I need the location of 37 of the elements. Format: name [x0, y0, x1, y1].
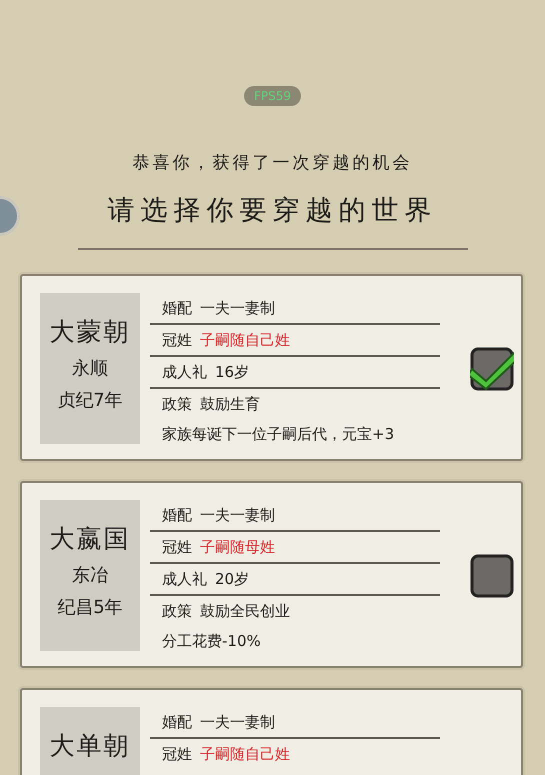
field-value: 20岁 — [215, 570, 250, 589]
world-card[interactable]: 大嬴国 东冶 纪昌5年 婚配 一夫一妻制 冠姓 子嗣随母姓 成人礼 20岁 政策 鼓励全民创业 分工花费-10% — [20, 481, 523, 668]
field-value: 一夫一妻制 — [200, 506, 275, 525]
field-value: 鼓励全民创业 — [200, 602, 290, 621]
field-label: 冠姓 — [162, 745, 192, 764]
field-value: 16岁 — [215, 363, 250, 382]
field-label: 政策 — [162, 602, 192, 621]
policy-note: 分工花费-10% — [161, 631, 262, 651]
world-card[interactable]: 大蒙朝 永顺 贞纪7年 婚配 一夫一妻制 冠姓 子嗣随自己姓 成人礼 16岁 政策 鼓励生育 家族每诞下一位子嗣后代，元宝+3 — [20, 274, 523, 461]
subtitle: 恭喜你，获得了一次穿越的机会 — [132, 152, 412, 174]
field-label: 成人礼 — [162, 570, 207, 589]
field-value: 子嗣随母姓 — [200, 538, 275, 557]
checkbox[interactable] — [470, 554, 514, 598]
field-label: 政策 — [162, 395, 192, 414]
page-title: 请选择你要穿越的世界 — [108, 194, 438, 228]
field-value: 子嗣随自己姓 — [200, 745, 290, 764]
field-label: 婚配 — [162, 506, 192, 525]
world-name: 大单朝 — [50, 730, 130, 762]
world-name: 大蒙朝 — [50, 316, 130, 348]
era-name: 永顺 — [72, 357, 108, 380]
era-name: 东冶 — [72, 564, 108, 587]
era-year: 纪昌5年 — [57, 596, 123, 619]
field-label: 成人礼 — [162, 363, 207, 382]
field-label: 婚配 — [162, 299, 192, 318]
field-value: 子嗣随自己姓 — [200, 331, 290, 350]
checkbox[interactable] — [470, 346, 514, 390]
field-label: 冠姓 — [162, 538, 192, 557]
policy-note: 家族每诞下一位子嗣后代，元宝+3 — [161, 424, 396, 444]
field-label: 婚配 — [162, 713, 192, 732]
world-card[interactable]: 大单朝 婚配 一夫一妻制 冠姓 子嗣随自己姓 — [20, 688, 523, 775]
fps-badge: FPS59 — [244, 86, 302, 106]
field-label: 冠姓 — [162, 331, 192, 350]
era-year: 贞纪7年 — [57, 389, 123, 412]
field-value: 鼓励生育 — [200, 395, 260, 414]
field-value: 一夫一妻制 — [200, 299, 275, 318]
world-name: 大嬴国 — [50, 523, 130, 555]
field-value: 一夫一妻制 — [200, 713, 275, 732]
